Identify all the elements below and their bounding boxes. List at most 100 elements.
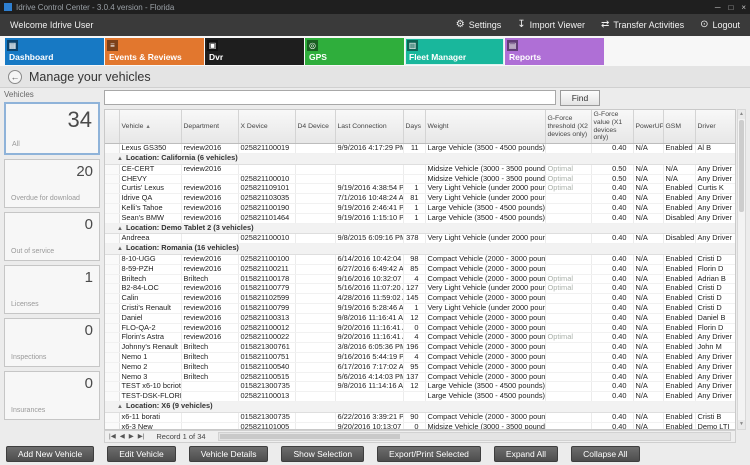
table-row[interactable]: Daniel review2016 025821100313 9/8/2016 11:…: [105, 313, 735, 324]
expand-all-button[interactable]: Expand All: [493, 446, 559, 462]
filter-card-inspections[interactable]: 0 Inspections: [4, 318, 100, 367]
tab-fleet-manager[interactable]: ▥ Fleet Manager: [405, 38, 504, 65]
add-new-vehicle-button[interactable]: Add New Vehicle: [6, 446, 95, 462]
table-row[interactable]: 8-59-PZH review2016 025821100211 6/27/2016 …: [105, 264, 735, 275]
table-row[interactable]: TEST-DSK-FLORIN 025821100013 Large Vehicle…: [105, 391, 735, 402]
column-header-g-force-value-x1-devices-only-[interactable]: G-Force value (X1 devices only): [591, 110, 634, 145]
settings-button[interactable]: ⚙ Settings: [456, 20, 502, 31]
first-record-button[interactable]: |◀: [109, 431, 116, 442]
table-cell: Very Light Vehicle (under 2000 pounds): [425, 183, 546, 195]
previous-record-button[interactable]: ◀: [120, 431, 125, 442]
filter-card-insurances[interactable]: 0 Insurances: [4, 371, 100, 420]
collapse-all-button[interactable]: Collapse All: [571, 446, 640, 462]
back-button[interactable]: ←: [8, 69, 22, 84]
collapse-group-icon[interactable]: ▲: [117, 155, 123, 163]
tab-events-reviews[interactable]: ≡ Events & Reviews: [105, 38, 204, 65]
show-selection-button[interactable]: Show Selection: [281, 446, 365, 462]
table-row[interactable]: Andreea 025821100010 9/8/2015 6:09:16 PM 37…: [105, 233, 735, 245]
transfer-activities-button[interactable]: ⇄ Transfer Activities: [601, 20, 684, 31]
table-cell: Compact Vehicle (2000 - 3000 pounds): [425, 293, 546, 304]
table-cell: review2016: [181, 143, 239, 155]
group-row[interactable]: ▲ Location: California (6 vehicles): [105, 153, 735, 165]
collapse-group-icon[interactable]: ▲: [117, 245, 123, 253]
table-row[interactable]: Idrive QA review2016 025821103035 7/1/2016 …: [105, 193, 735, 205]
column-header-last-connection[interactable]: Last Connection: [335, 110, 404, 145]
last-record-button[interactable]: ▶|: [138, 431, 145, 442]
collapse-group-icon[interactable]: ▲: [117, 403, 123, 411]
close-button[interactable]: ×: [741, 3, 746, 12]
next-record-button[interactable]: ▶: [129, 431, 134, 442]
table-row[interactable]: Briltech Briltech 015821100178 9/16/2016 10…: [105, 274, 735, 285]
table-cell: review2016: [181, 254, 239, 265]
table-row[interactable]: CHEVY 025821100010 Midsize Vehicle (3000 -…: [105, 174, 735, 185]
horizontal-scrollbar[interactable]: [217, 432, 731, 441]
filter-card-out-of-service[interactable]: 0 Out of service: [4, 212, 100, 261]
maximize-button[interactable]: □: [728, 3, 733, 12]
table-row[interactable]: Calin review2016 015821102599 4/28/2016 11:…: [105, 293, 735, 304]
table-row[interactable]: Nemo 3 Briltech 025821100515 5/6/2016 4:14:…: [105, 372, 735, 383]
table-row[interactable]: x6-11 borati 015821300735 6/22/2016 3:39:2…: [105, 412, 735, 423]
column-header-d4-device[interactable]: D4 Device: [295, 110, 336, 145]
group-row[interactable]: ▲ Location: Demo Tablet 2 (3 vehicles): [105, 223, 735, 235]
scroll-up-icon[interactable]: ▲: [738, 110, 745, 119]
table-row[interactable]: TEST x6-10 bcrioti 015821300735 9/8/2016 1…: [105, 381, 735, 393]
table-row[interactable]: Sean's BMW review2016 025821101464 9/19/201…: [105, 213, 735, 224]
logout-button[interactable]: ⊙ Logout: [700, 20, 740, 31]
import-viewer-label: Import Viewer: [529, 20, 585, 30]
table-row[interactable]: FLO-QA-2 review2016 025821100012 9/20/2016 …: [105, 323, 735, 334]
column-header-x-device[interactable]: X Device: [238, 110, 296, 145]
column-header-days[interactable]: Days: [403, 110, 426, 145]
table-row[interactable]: Johnny's Renault Briltech 015821300761 3/8/…: [105, 342, 735, 353]
edit-vehicle-button[interactable]: Edit Vehicle: [107, 446, 176, 462]
table-row[interactable]: 8-10-UGG review2016 025821100100 6/14/2016 …: [105, 254, 735, 265]
vertical-scrollbar-thumb[interactable]: [739, 120, 744, 212]
table-row[interactable]: Florin's Astra review2016 025821100022 9/20…: [105, 332, 735, 344]
table-row[interactable]: Curtis' Lexus review2016 025821109101 9/19/…: [105, 183, 735, 195]
group-row[interactable]: ▲ Location: X6 (9 vehicles): [105, 401, 735, 413]
filter-card-licenses[interactable]: 1 Licenses: [4, 265, 100, 314]
table-cell: 025821100013: [238, 391, 296, 402]
table-row[interactable]: B2-84-LOC review2016 015821100779 5/16/2016…: [105, 283, 735, 295]
vertical-scrollbar[interactable]: ▲ ▼: [737, 109, 746, 430]
table-row[interactable]: CE-CERT review2016 Midsize Vehicle (3000 -…: [105, 164, 735, 175]
table-cell: 0.50: [591, 174, 634, 185]
tab-dvr[interactable]: ▣ Dvr: [205, 38, 304, 65]
group-row[interactable]: ▲ Location: Romania (16 vehicles): [105, 243, 735, 256]
tab-dashboard[interactable]: ▦ Dashboard: [5, 38, 104, 65]
table-row[interactable]: Kelli's Tahoe review2016 025821100190 9/19/…: [105, 203, 735, 214]
column-header-gsm[interactable]: GSM: [663, 110, 696, 145]
horizontal-scrollbar-thumb[interactable]: [219, 434, 400, 439]
collapse-group-icon[interactable]: ▲: [117, 225, 123, 233]
tab-reports[interactable]: ▤ Reports: [505, 38, 604, 65]
table-row[interactable]: Nemo 1 Briltech 015821100751 9/16/2016 5:44…: [105, 352, 735, 363]
group-label: Location: Romania (16 vehicles): [125, 243, 239, 253]
vehicle-details-button[interactable]: Vehicle Details: [188, 446, 269, 462]
column-header-g-force-threshold-x2-devices-only-[interactable]: G-Force threshold (X2 devices only): [545, 110, 592, 145]
filter-card-all[interactable]: 34 All: [4, 102, 100, 155]
table-cell: CHEVY: [119, 174, 182, 185]
search-input[interactable]: [104, 90, 556, 105]
column-header-department[interactable]: Department: [181, 110, 239, 145]
find-button[interactable]: Find: [560, 90, 600, 106]
export-print-selected-button[interactable]: Export/Print Selected: [377, 446, 481, 462]
table-row[interactable]: Lexus GS350 review2016 025821100019 9/9/201…: [105, 143, 735, 155]
column-header-weight[interactable]: Weight: [425, 110, 546, 145]
import-viewer-button[interactable]: ↧ Import Viewer: [517, 20, 585, 31]
table-row[interactable]: x6-3 New 025821101005 9/20/2016 10:13:07 A…: [105, 422, 735, 429]
column-header-powerup[interactable]: PowerUP: [633, 110, 664, 145]
table-cell: 11: [403, 143, 426, 155]
column-header-driver[interactable]: Driver: [695, 110, 735, 145]
search-row: Find: [104, 90, 746, 106]
scroll-down-icon[interactable]: ▼: [738, 420, 745, 429]
table-row[interactable]: Nemo 2 Briltech 015821100540 6/17/2016 7:17…: [105, 362, 735, 373]
table-row[interactable]: Cristi's Renault review2016 015821100799 9/…: [105, 303, 735, 314]
table-cell: [181, 233, 239, 245]
table-cell: Midsize Vehicle (3000 - 3500 pounds): [425, 422, 546, 429]
table-cell: Any Driver: [695, 391, 735, 402]
table-cell: 0.40: [591, 213, 634, 224]
table-cell: 0.40: [591, 332, 634, 344]
filter-card-overdue-for-download[interactable]: 20 Overdue for download: [4, 159, 100, 208]
minimize-button[interactable]: ─: [715, 3, 721, 12]
column-header-vehicle[interactable]: Vehicle ▲: [119, 110, 182, 145]
tab-gps[interactable]: ◎ GPS: [305, 38, 404, 65]
